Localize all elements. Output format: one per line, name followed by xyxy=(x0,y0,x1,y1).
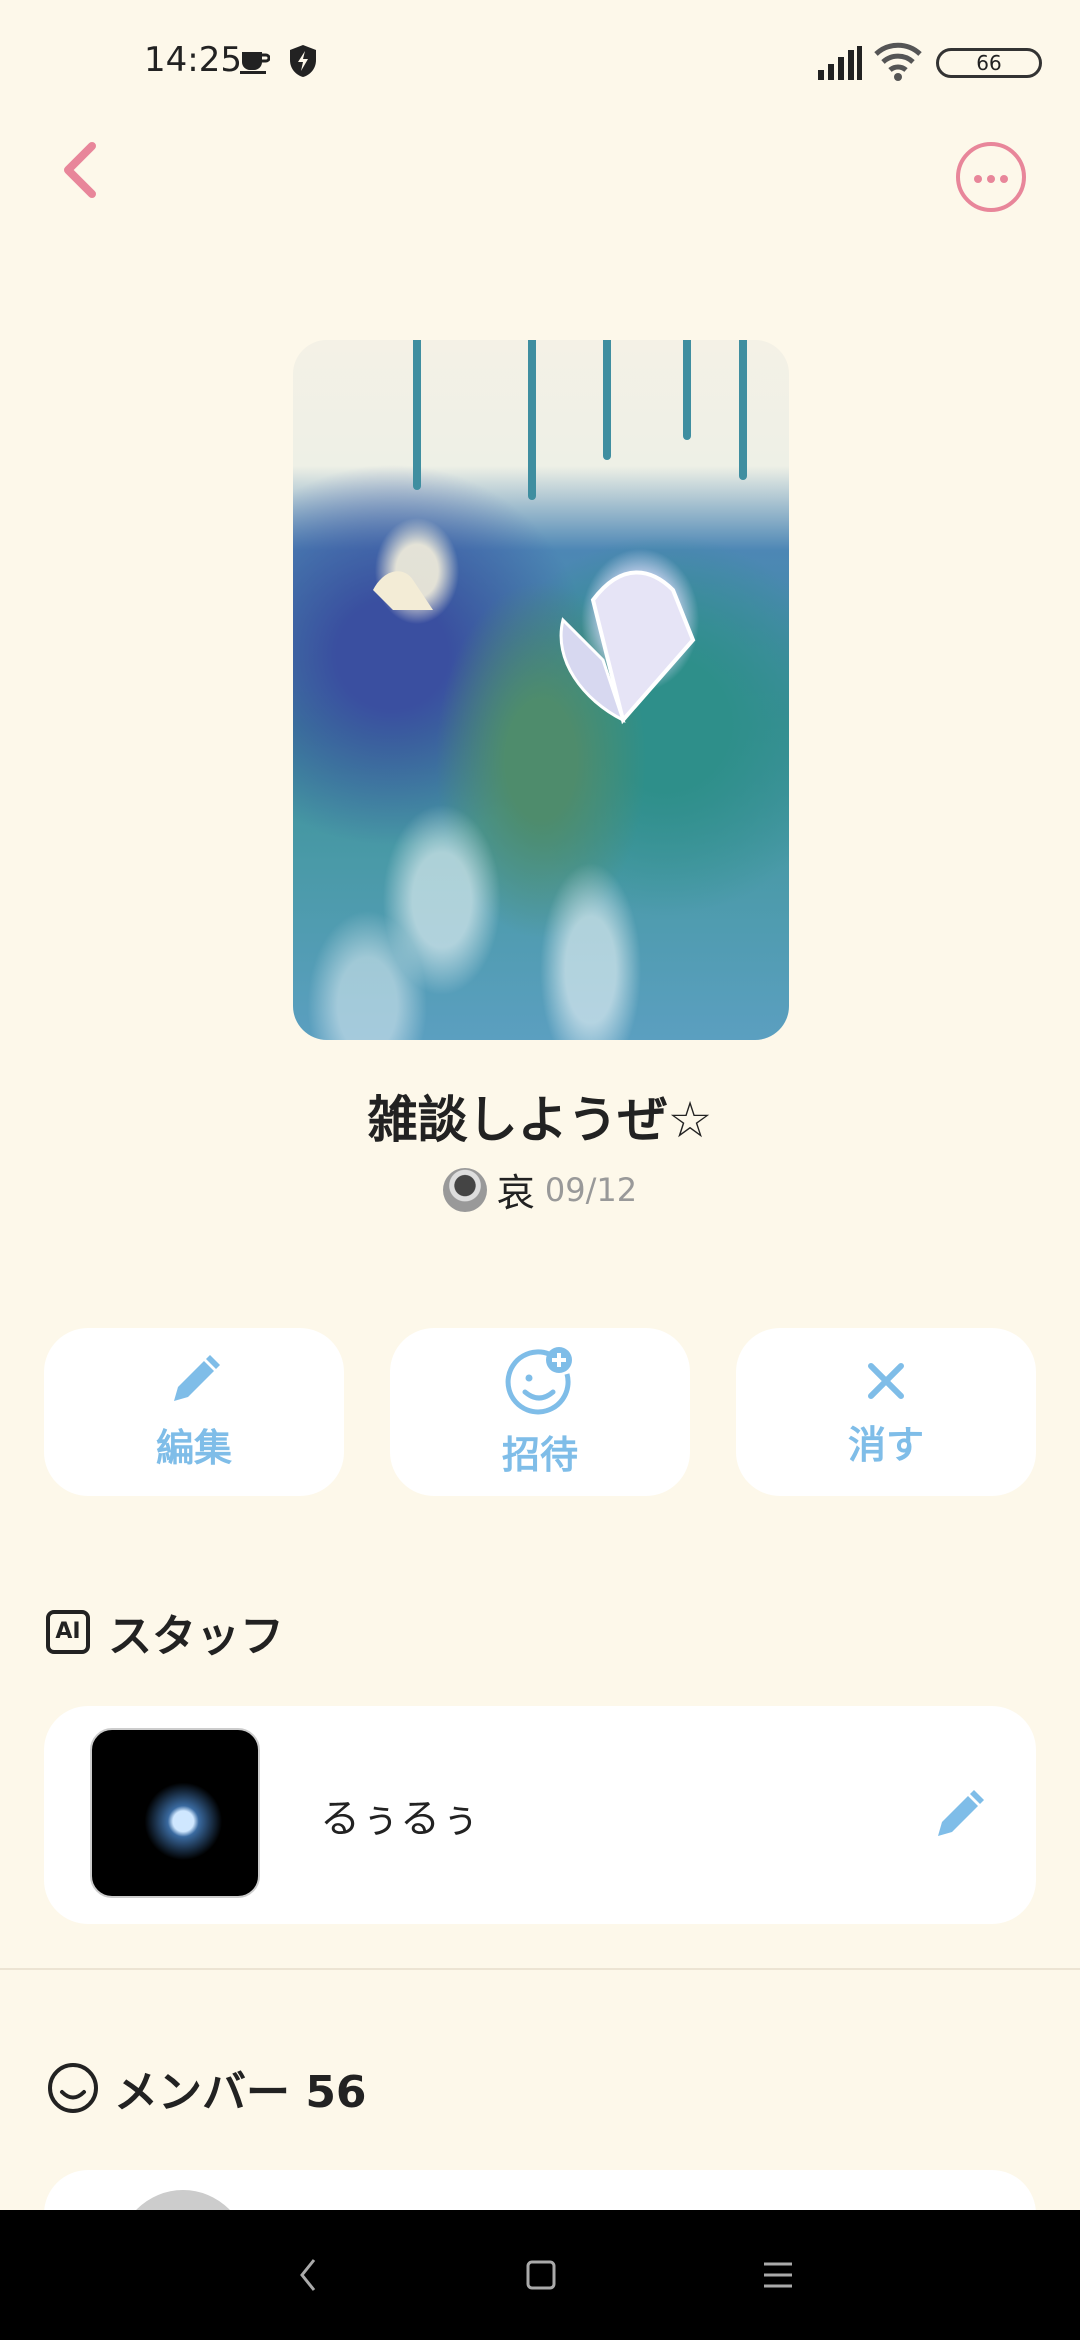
delete-button[interactable]: 消す xyxy=(736,1328,1036,1496)
members-section-header: メンバー 56 xyxy=(46,2056,367,2120)
battery-indicator: 66 xyxy=(936,48,1042,78)
wifi-icon xyxy=(874,42,922,86)
author-name: 哀 xyxy=(496,1171,535,1215)
status-time: 14:25 xyxy=(144,40,242,80)
author-avatar[interactable] xyxy=(442,1167,487,1212)
more-options-button[interactable] xyxy=(956,142,1026,212)
coffee-cup-icon xyxy=(240,48,271,78)
add-smiley-icon xyxy=(505,1346,572,1414)
created-date: 09/12 xyxy=(544,1170,638,1209)
nav-menu-icon[interactable] xyxy=(762,2250,794,2300)
nav-home-icon[interactable] xyxy=(526,2250,556,2300)
signal-strength-icon xyxy=(818,46,862,84)
shield-icon xyxy=(288,44,318,82)
chevron-left-icon xyxy=(64,142,96,198)
system-navigation-bar xyxy=(0,2210,1080,2340)
ai-icon: AI xyxy=(46,1610,90,1654)
section-divider xyxy=(0,1968,1080,1970)
more-dot-icon xyxy=(987,175,995,183)
back-button[interactable] xyxy=(60,140,120,210)
group-cover-image xyxy=(293,340,789,1040)
group-title: 雑談しようぜ☆ xyxy=(367,1091,713,1149)
staff-avatar[interactable] xyxy=(90,1728,260,1898)
staff-section-header: AI スタッフ xyxy=(46,1600,284,1664)
more-dot-icon xyxy=(1000,175,1008,183)
invite-label: 招待 xyxy=(501,1432,578,1477)
more-dot-icon xyxy=(974,175,982,183)
edit-button[interactable]: 編集 xyxy=(44,1328,344,1496)
invite-button[interactable]: 招待 xyxy=(390,1328,690,1496)
nav-back-icon[interactable] xyxy=(296,2250,320,2300)
members-title: メンバー 56 xyxy=(114,2067,367,2118)
smiley-icon xyxy=(48,2063,98,2113)
staff-card[interactable]: るぅるぅ xyxy=(44,1706,1036,1924)
pencil-icon xyxy=(174,1354,220,1401)
edit-label: 編集 xyxy=(155,1425,232,1470)
delete-label: 消す xyxy=(847,1422,924,1467)
staff-name: るぅるぅ xyxy=(320,1796,480,1842)
pencil-icon xyxy=(938,1790,984,1836)
close-icon xyxy=(868,1362,904,1399)
staff-title: スタッフ xyxy=(108,1611,284,1662)
author-row[interactable]: 哀 09/12 xyxy=(0,1162,1080,1217)
butterfly-icon xyxy=(373,570,696,725)
edit-staff-button[interactable] xyxy=(930,1788,986,1848)
